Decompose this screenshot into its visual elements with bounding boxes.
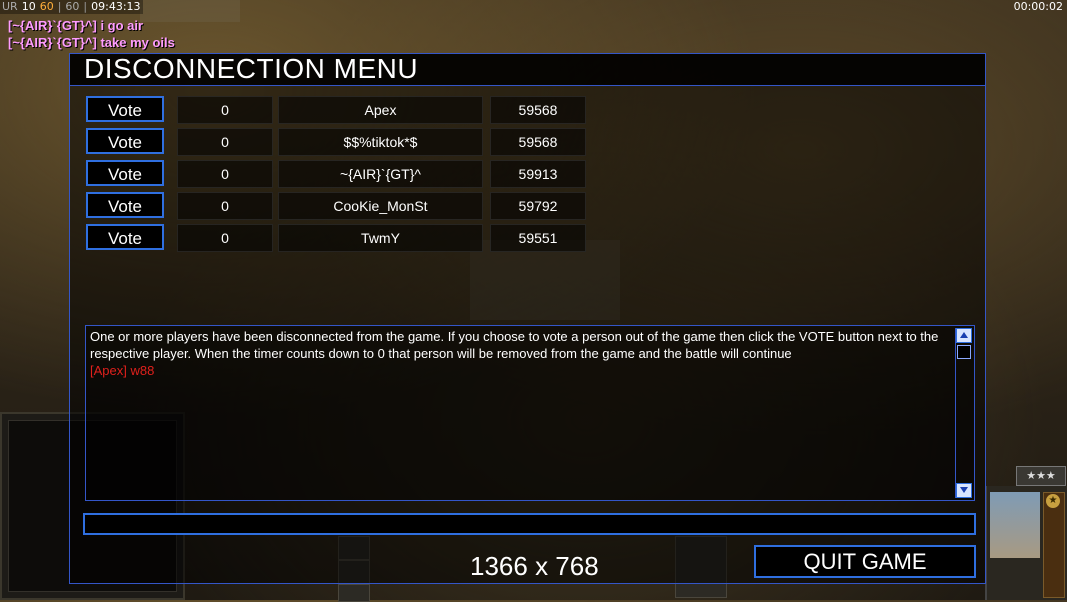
- vote-count: 0: [177, 224, 273, 252]
- hud-game-time: 09:43:13: [91, 0, 141, 13]
- hud-prefix: UR: [2, 0, 18, 13]
- chat-input[interactable]: [83, 513, 976, 535]
- vote-count: 0: [177, 160, 273, 188]
- player-timer: 59568: [490, 128, 586, 156]
- scrollbar[interactable]: [955, 328, 972, 498]
- vote-button[interactable]: Vote: [86, 160, 164, 186]
- scroll-thumb[interactable]: [957, 345, 971, 359]
- disconnection-dialog: DISCONNECTION MENU Vote 0 Apex 59568 Vot…: [69, 53, 986, 584]
- player-name: Apex: [278, 96, 483, 124]
- chat-line: [~{AIR}`{GT}^] take my oils: [8, 35, 175, 50]
- scroll-down-arrow-icon[interactable]: [956, 483, 972, 498]
- message-text: One or more players have been disconnect…: [90, 328, 952, 379]
- star-icon: ★: [1046, 494, 1060, 508]
- chat-overlay: [~{AIR}`{GT}^] i go air [~{AIR}`{GT}^] t…: [8, 17, 175, 51]
- power-meter: ★: [1043, 492, 1065, 598]
- vote-button[interactable]: Vote: [86, 224, 164, 250]
- vote-count: 0: [177, 128, 273, 156]
- chat-message: [Apex] w88: [90, 363, 155, 378]
- hud-top-bar: UR 10 60 | 60 | 09:43:13: [0, 0, 143, 14]
- hud-frame-b: 60: [65, 0, 80, 13]
- message-log[interactable]: One or more players have been disconnect…: [85, 325, 975, 501]
- hud-fps: 10: [21, 0, 36, 13]
- player-name: CooKie_MonSt: [278, 192, 483, 220]
- player-timer: 59913: [490, 160, 586, 188]
- player-timer: 59792: [490, 192, 586, 220]
- general-portrait: [990, 492, 1040, 558]
- scroll-up-arrow-icon[interactable]: [956, 328, 972, 343]
- player-timer: 59568: [490, 96, 586, 124]
- player-name: ~{AIR}`{GT}^: [278, 160, 483, 188]
- player-name: $$%tiktok*$: [278, 128, 483, 156]
- player-timer: 59551: [490, 224, 586, 252]
- chat-line: [~{AIR}`{GT}^] i go air: [8, 18, 144, 33]
- vote-count: 0: [177, 96, 273, 124]
- vote-count: 0: [177, 192, 273, 220]
- vote-button[interactable]: Vote: [86, 128, 164, 154]
- player-name: TwmY: [278, 224, 483, 252]
- command-slot: [338, 584, 370, 602]
- hud-frame-a: 60: [39, 0, 54, 13]
- dialog-title: DISCONNECTION MENU: [70, 54, 985, 86]
- quit-game-button[interactable]: QUIT GAME: [754, 545, 976, 578]
- info-message: One or more players have been disconnect…: [90, 329, 939, 361]
- elapsed-timer: 00:00:02: [1013, 0, 1063, 13]
- vote-button[interactable]: Vote: [86, 96, 164, 122]
- resolution-label: 1366 x 768: [470, 551, 599, 581]
- vote-button[interactable]: Vote: [86, 192, 164, 218]
- rank-stars: ★★★: [1016, 466, 1066, 486]
